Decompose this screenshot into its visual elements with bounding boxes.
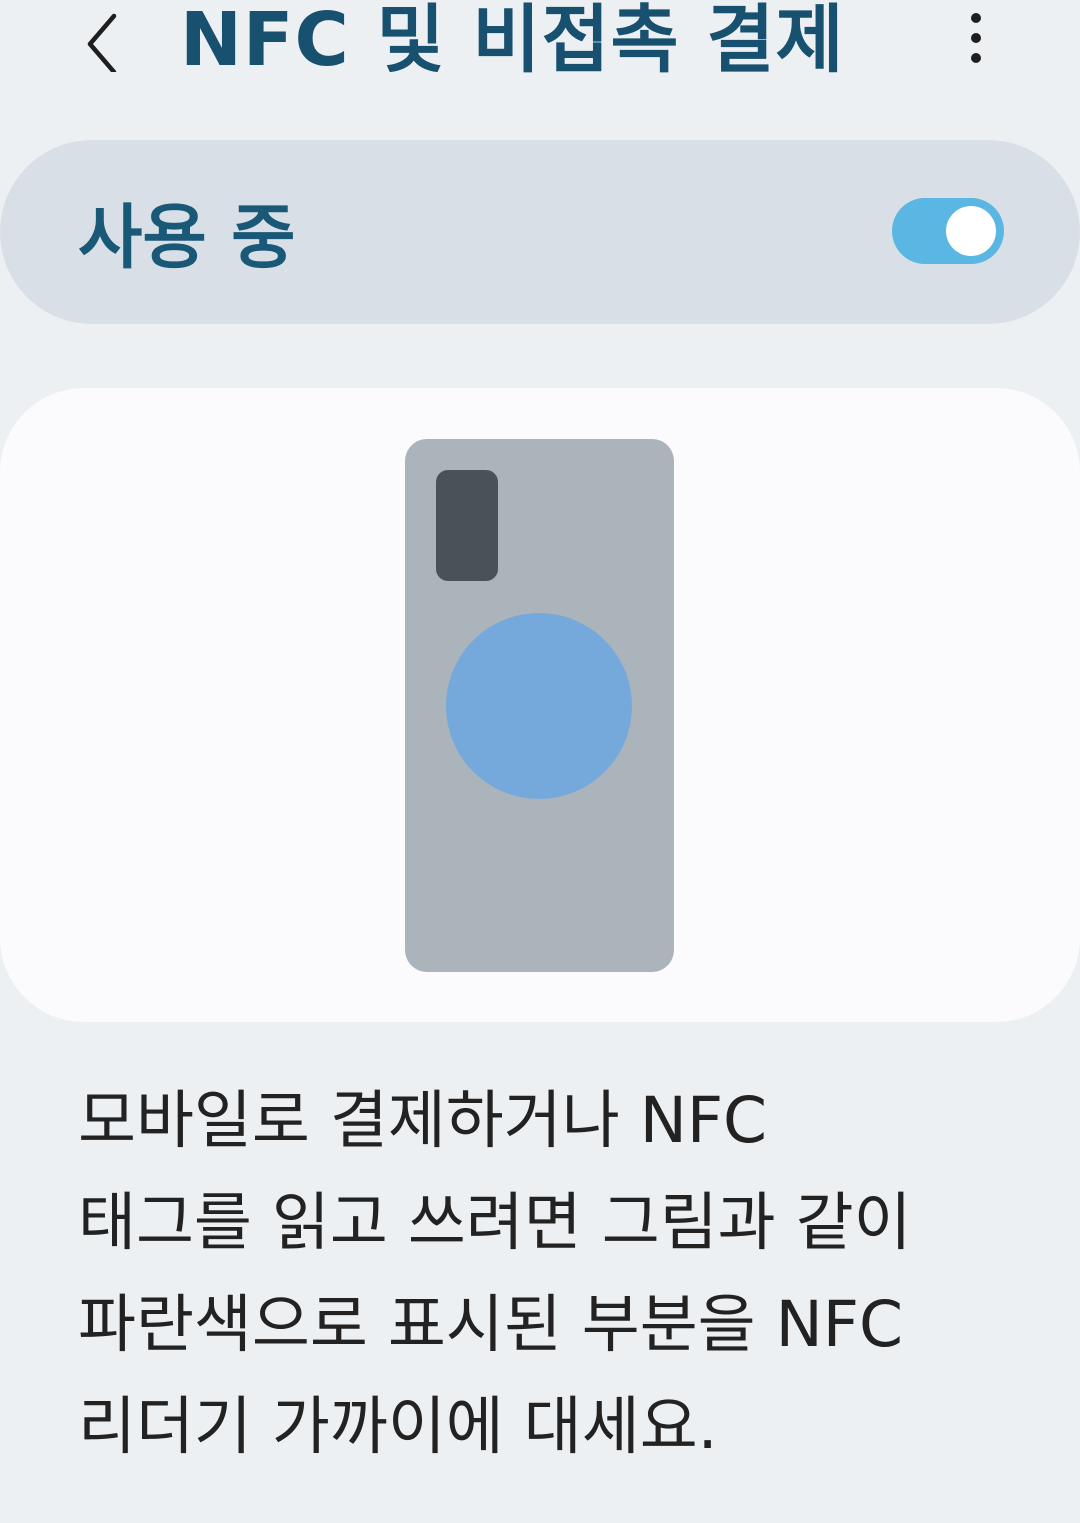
page-title: NFC 및 비접촉 결제 <box>180 0 845 83</box>
app-bar: NFC 및 비접촉 결제 <box>0 0 1080 100</box>
toggle-label: 사용 중 <box>78 196 296 279</box>
nfc-antenna-area <box>446 613 632 799</box>
switch-knob <box>946 206 996 256</box>
master-toggle-row[interactable]: 사용 중 <box>0 140 1080 324</box>
nfc-description: 모바일로 결제하거나 NFC 태그를 읽고 쓰려면 그림과 같이 파란색으로 표… <box>78 1084 912 1463</box>
more-options-button[interactable] <box>940 0 1012 80</box>
more-vertical-icon <box>966 8 986 72</box>
chevron-left-icon <box>82 8 122 72</box>
nfc-switch[interactable] <box>892 198 1004 264</box>
nfc-illustration-card <box>0 388 1080 1022</box>
phone-back-illustration <box>405 439 674 972</box>
camera-module <box>436 470 498 581</box>
back-button[interactable] <box>62 0 142 80</box>
